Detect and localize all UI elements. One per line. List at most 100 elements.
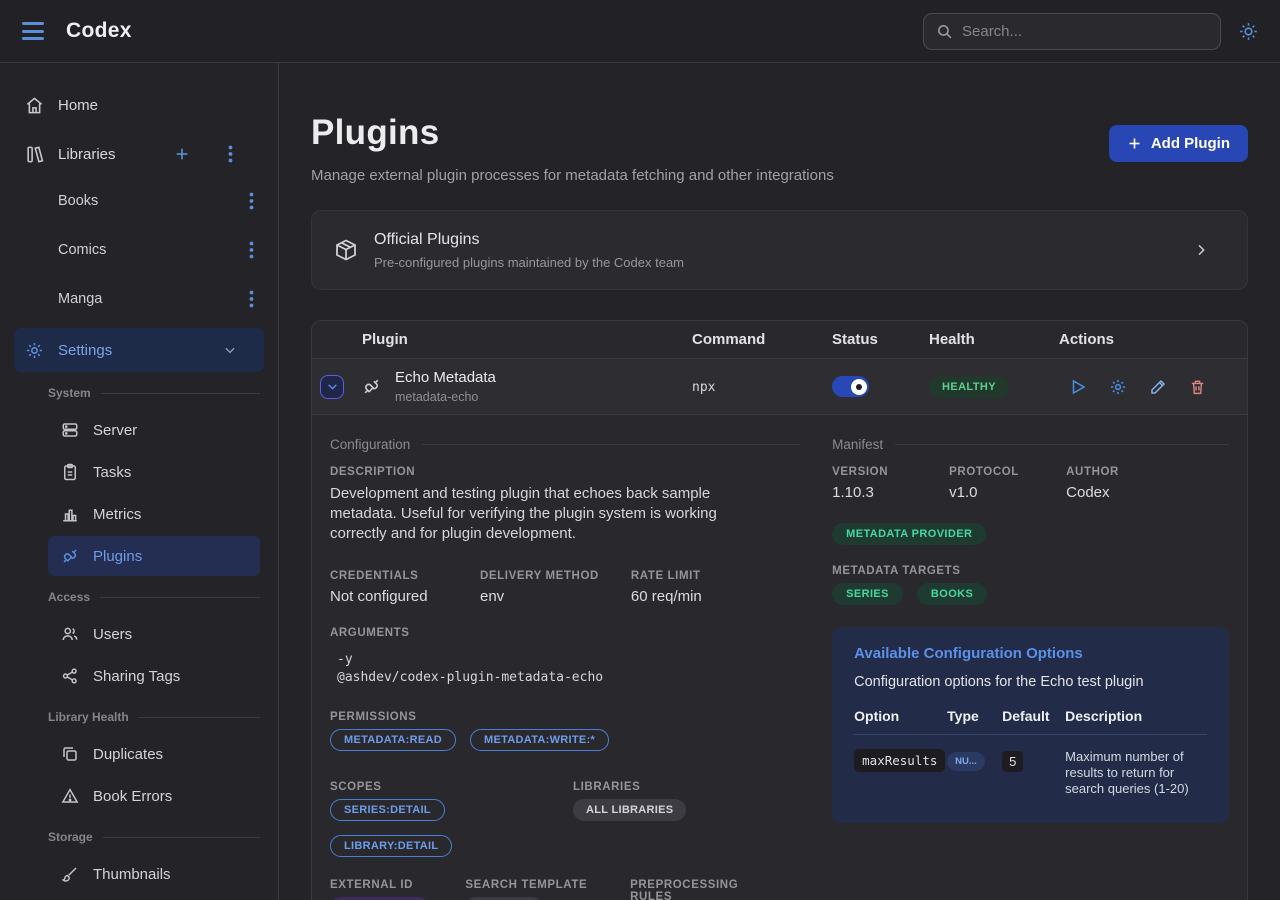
enabled-toggle[interactable] bbox=[832, 376, 869, 397]
sidebar-item-label: Server bbox=[93, 422, 137, 439]
page-subtitle: Manage external plugin processes for met… bbox=[311, 167, 834, 184]
search-box[interactable] bbox=[923, 13, 1221, 50]
official-plugins-card[interactable]: Official Plugins Pre-configured plugins … bbox=[311, 210, 1248, 290]
manifest-section: Manifest VERSION 1.10.3 PROTOCOL v1.0 AU… bbox=[832, 429, 1229, 900]
configuration-section-label: Configuration bbox=[330, 437, 410, 452]
permission-badge: METADATA:READ bbox=[330, 729, 456, 751]
libraries-badge: ALL LIBRARIES bbox=[573, 799, 686, 821]
libraries-kebab-icon[interactable] bbox=[220, 145, 240, 163]
configuration-section: Configuration DESCRIPTION Development an… bbox=[330, 429, 800, 900]
option-type-badge: NU... bbox=[947, 752, 985, 771]
search-icon bbox=[936, 23, 953, 40]
sidebar-item-plugins[interactable]: Plugins bbox=[48, 536, 260, 576]
official-plugins-subtitle: Pre-configured plugins maintained by the… bbox=[374, 255, 684, 270]
sidebar-item-metrics[interactable]: Metrics bbox=[48, 494, 260, 534]
sidebar-item-comics[interactable]: Comics bbox=[14, 230, 264, 270]
table-header-row: Plugin Command Status Health Actions bbox=[312, 321, 1247, 359]
author-label: AUTHOR bbox=[1066, 466, 1151, 478]
scope-badge: LIBRARY:DETAIL bbox=[330, 835, 452, 857]
option-description: Maximum number of results to return for … bbox=[1065, 749, 1207, 797]
description-label: DESCRIPTION bbox=[330, 466, 800, 478]
manga-kebab-icon[interactable] bbox=[249, 290, 254, 308]
sidebar-item-label: Comics bbox=[58, 242, 249, 258]
official-plugins-title: Official Plugins bbox=[374, 231, 684, 249]
app-title: Codex bbox=[66, 19, 132, 43]
gear-icon bbox=[24, 341, 44, 360]
search-input[interactable] bbox=[962, 23, 1208, 40]
sidebar-item-duplicates[interactable]: Duplicates bbox=[48, 734, 260, 774]
sidebar-item-server[interactable]: Server bbox=[48, 410, 260, 450]
sidebar-item-manga[interactable]: Manga bbox=[14, 279, 264, 319]
credentials-label: CREDENTIALS bbox=[330, 570, 448, 582]
warning-icon bbox=[60, 787, 79, 805]
arguments-label: ARGUMENTS bbox=[330, 627, 800, 639]
comics-kebab-icon[interactable] bbox=[249, 241, 254, 259]
option-default: 5 bbox=[1002, 751, 1023, 772]
sidebar-item-users[interactable]: Users bbox=[48, 614, 260, 654]
external-id-label: EXTERNAL ID bbox=[330, 879, 432, 891]
sidebar-item-label: Sharing Tags bbox=[93, 668, 180, 685]
sidebar-item-label: Books bbox=[58, 193, 249, 209]
plugin-detail-panel: Configuration DESCRIPTION Development an… bbox=[312, 415, 1247, 900]
preprocessing-rules-label: PREPROCESSING RULES bbox=[630, 879, 767, 900]
scopes-label: SCOPES bbox=[330, 781, 573, 793]
metadata-provider-badge: METADATA PROVIDER bbox=[832, 523, 986, 545]
author-value: Codex bbox=[1066, 484, 1151, 501]
options-table-row: maxResults NU... 5 Maximum number of res… bbox=[854, 735, 1207, 797]
header-plugin: Plugin bbox=[312, 331, 692, 348]
delivery-method-value: env bbox=[480, 588, 599, 605]
sidebar-item-settings[interactable]: Settings bbox=[14, 328, 264, 372]
books-kebab-icon[interactable] bbox=[249, 192, 254, 210]
metadata-target-badge: BOOKS bbox=[917, 583, 987, 605]
configure-plugin-icon[interactable] bbox=[1109, 378, 1127, 396]
health-badge: HEALTHY bbox=[929, 376, 1009, 398]
sidebar-item-libraries[interactable]: Libraries bbox=[14, 132, 264, 176]
sidebar-item-book-errors[interactable]: Book Errors bbox=[48, 776, 260, 816]
plus-icon bbox=[1127, 136, 1142, 151]
sidebar-item-books[interactable]: Books bbox=[14, 181, 264, 221]
rate-limit-label: RATE LIMIT bbox=[631, 570, 749, 582]
header-status: Status bbox=[832, 331, 929, 348]
collapse-row-button[interactable] bbox=[320, 375, 344, 399]
top-bar: Codex bbox=[0, 0, 1280, 63]
manifest-section-label: Manifest bbox=[832, 437, 883, 452]
sidebar-item-home[interactable]: Home bbox=[14, 83, 264, 127]
sidebar-item-thumbnails[interactable]: Thumbnails bbox=[48, 854, 260, 894]
credentials-value: Not configured bbox=[330, 588, 448, 605]
delivery-method-label: DELIVERY METHOD bbox=[480, 570, 599, 582]
library-icon bbox=[24, 145, 44, 164]
edit-plugin-icon[interactable] bbox=[1149, 378, 1167, 396]
add-plugin-button[interactable]: Add Plugin bbox=[1109, 125, 1248, 162]
sidebar-section-access: Access bbox=[48, 590, 260, 604]
delete-plugin-icon[interactable] bbox=[1189, 378, 1206, 396]
options-table-header: Option Type Default Description bbox=[854, 708, 1207, 735]
sidebar-item-label: Duplicates bbox=[93, 746, 163, 763]
add-plugin-label: Add Plugin bbox=[1151, 135, 1230, 152]
metadata-target-badge: SERIES bbox=[832, 583, 903, 605]
run-plugin-icon[interactable] bbox=[1069, 378, 1087, 396]
menu-icon[interactable] bbox=[22, 22, 44, 40]
rate-limit-value: 60 req/min bbox=[631, 588, 749, 605]
permission-badge: METADATA:WRITE:* bbox=[470, 729, 609, 751]
sidebar-item-sharing-tags[interactable]: Sharing Tags bbox=[48, 656, 260, 696]
bar-chart-icon bbox=[60, 505, 79, 523]
table-row: Echo Metadata metadata-echo npx HEALTHY bbox=[312, 359, 1247, 415]
page-title: Plugins bbox=[311, 113, 834, 153]
home-icon bbox=[24, 96, 44, 115]
protocol-label: PROTOCOL bbox=[949, 466, 1034, 478]
sidebar-item-label: Settings bbox=[58, 342, 220, 359]
add-library-icon[interactable] bbox=[172, 146, 192, 162]
theme-toggle-sun-icon[interactable] bbox=[1239, 22, 1258, 41]
sidebar-item-label: Libraries bbox=[58, 146, 158, 163]
plugin-command: npx bbox=[692, 380, 715, 395]
sidebar-item-page-cache[interactable]: PDF Page Cache bbox=[48, 896, 260, 900]
plug-icon bbox=[362, 377, 381, 396]
sidebar-section-library-health: Library Health bbox=[48, 710, 260, 724]
sidebar-item-tasks[interactable]: Tasks bbox=[48, 452, 260, 492]
paintbrush-icon bbox=[60, 865, 79, 883]
protocol-value: v1.0 bbox=[949, 484, 1034, 501]
config-options-panel: Available Configuration Options Configur… bbox=[832, 627, 1229, 823]
permissions-label: PERMISSIONS bbox=[330, 711, 800, 723]
header-actions: Actions bbox=[1059, 331, 1247, 348]
package-icon bbox=[334, 238, 358, 262]
